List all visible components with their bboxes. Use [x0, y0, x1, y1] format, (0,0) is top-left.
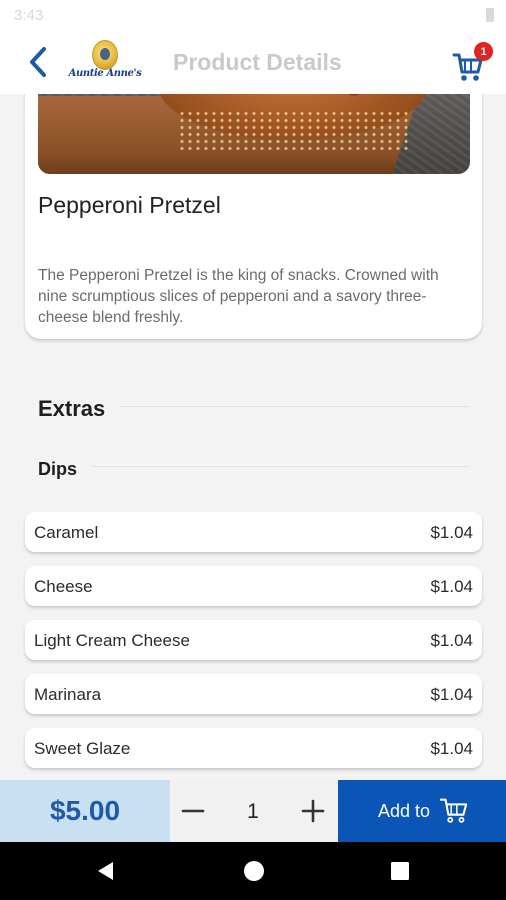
dip-price: $1.04	[430, 577, 473, 596]
total-price: $5.00	[0, 780, 170, 842]
add-to-cart-button[interactable]: Add to	[338, 780, 506, 842]
dip-option-sweet-glaze[interactable]: Sweet Glaze $1.04	[25, 728, 482, 768]
order-bar: $5.00 1 Add to	[0, 780, 506, 842]
minus-icon	[181, 809, 205, 813]
status-bar: 3:43	[0, 0, 506, 32]
dip-option-caramel[interactable]: Caramel $1.04	[25, 512, 482, 552]
product-name: Pepperoni Pretzel	[38, 192, 221, 218]
dip-label: Caramel	[34, 523, 99, 542]
quantity-increase-button[interactable]	[293, 791, 333, 831]
dip-price: $1.04	[430, 685, 473, 704]
product-card: Pepperoni Pretzel The Pepperoni Pretzel …	[25, 60, 482, 339]
extras-divider	[120, 406, 470, 407]
dip-option-cheese[interactable]: Cheese $1.04	[25, 566, 482, 606]
status-time: 3:43	[14, 7, 44, 24]
dip-price: $1.04	[430, 739, 473, 758]
dip-label: Sweet Glaze	[34, 739, 131, 758]
system-nav-bar	[0, 842, 506, 900]
extras-heading: Extras	[38, 396, 106, 421]
nav-recent-apps-icon[interactable]	[388, 859, 412, 883]
logo-text: Auntie Anne's	[68, 68, 142, 79]
dip-price: $1.04	[430, 523, 473, 542]
dip-option-marinara[interactable]: Marinara $1.04	[25, 674, 482, 714]
page-title: Product Details	[173, 49, 342, 75]
dips-heading: Dips	[38, 459, 78, 479]
dip-option-light-cream-cheese[interactable]: Light Cream Cheese $1.04	[25, 620, 482, 660]
plus-icon	[301, 799, 325, 823]
chevron-left-icon	[30, 47, 46, 77]
dip-label: Cheese	[34, 577, 93, 596]
quantity-decrease-button[interactable]	[173, 791, 213, 831]
battery-icon	[486, 8, 494, 22]
back-button[interactable]	[22, 44, 54, 80]
dip-label: Light Cream Cheese	[34, 631, 190, 650]
product-description: The Pepperoni Pretzel is the king of sna…	[38, 267, 439, 326]
brand-logo: Auntie Anne's	[68, 40, 142, 86]
app-header: Auntie Anne's Product Details 1	[0, 32, 506, 94]
nav-home-icon[interactable]	[242, 859, 266, 883]
dip-label: Marinara	[34, 685, 102, 704]
add-to-cart-label: Add to	[378, 801, 431, 821]
logo-medal-icon	[92, 40, 118, 70]
cart-count-badge: 1	[474, 42, 493, 61]
quantity-value: 1	[247, 800, 259, 823]
cart-button[interactable]: 1	[452, 42, 493, 84]
nav-back-icon[interactable]	[94, 859, 118, 883]
dip-price: $1.04	[430, 631, 473, 650]
cart-icon	[439, 798, 468, 823]
dips-divider	[92, 466, 470, 467]
